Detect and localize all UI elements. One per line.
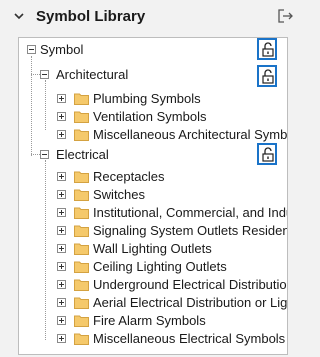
collapse-toggle[interactable] <box>40 70 49 79</box>
node-label: Receptacles <box>93 169 165 184</box>
tree-item[interactable]: Signaling System Outlets Residential <box>19 222 288 242</box>
collapse-toggle[interactable] <box>27 45 36 54</box>
expand-toggle[interactable] <box>57 334 66 343</box>
tree-item[interactable]: Fire Alarm Symbols <box>19 312 287 332</box>
expand-toggle[interactable] <box>57 226 66 235</box>
node-label: Switches <box>93 187 146 202</box>
node-label: Fire Alarm Symbols <box>93 313 206 328</box>
expand-toggle[interactable] <box>57 298 66 307</box>
tree-item[interactable]: Institutional, Commercial, and Industria… <box>19 204 287 224</box>
node-label: Ventilation Symbols <box>93 109 207 124</box>
expand-toggle[interactable] <box>57 94 66 103</box>
tree-item[interactable]: Miscellaneous Architectural Symbols <box>19 126 288 146</box>
tree-item[interactable]: Miscellaneous Electrical Symbols <box>19 330 287 350</box>
lock-open-icon <box>262 69 274 84</box>
symbol-tree: Symbol Architectural Plumbing Symbols Ve… <box>18 37 288 355</box>
node-label: Wall Lighting Outlets <box>93 241 212 256</box>
node-label: Ceiling Lighting Outlets <box>93 259 227 274</box>
tree-item[interactable]: Wall Lighting Outlets <box>19 240 287 260</box>
lock-open-icon <box>262 42 274 57</box>
tree-item[interactable]: Aerial Electrical Distribution or Lighti… <box>19 294 288 314</box>
expand-toggle[interactable] <box>57 172 66 181</box>
tree-node-symbol[interactable]: Symbol <box>19 41 287 61</box>
tree-node-electrical[interactable]: Electrical <box>19 146 287 166</box>
lock-electrical-button[interactable] <box>257 143 277 165</box>
panel-title: Symbol Library <box>36 8 146 25</box>
expand-toggle[interactable] <box>57 280 66 289</box>
expand-toggle[interactable] <box>57 316 66 325</box>
lock-symbol-button[interactable] <box>257 38 277 60</box>
node-label: Architectural <box>56 67 129 82</box>
collapse-toggle[interactable] <box>40 150 49 159</box>
folder-icon <box>74 128 89 146</box>
expand-toggle[interactable] <box>57 130 66 139</box>
node-label: Aerial Electrical Distribution or Lighti… <box>93 295 288 310</box>
node-label: Institutional, Commercial, and Industria… <box>93 205 287 220</box>
tree-item[interactable]: Plumbing Symbols <box>19 90 287 110</box>
tree-item[interactable]: Ventilation Symbols <box>19 108 287 128</box>
expand-toggle[interactable] <box>57 262 66 271</box>
lock-architectural-button[interactable] <box>257 65 277 87</box>
lock-open-icon <box>262 147 274 162</box>
tree-node-architectural[interactable]: Architectural <box>19 66 287 86</box>
chevron-down-icon[interactable] <box>13 9 25 27</box>
expand-toggle[interactable] <box>57 208 66 217</box>
node-label: Miscellaneous Electrical Symbols <box>93 331 286 346</box>
node-label: Underground Electrical Distribution <box>93 277 288 292</box>
node-label: Symbol <box>40 42 84 57</box>
tree-item[interactable]: Ceiling Lighting Outlets <box>19 258 287 278</box>
expand-toggle[interactable] <box>57 190 66 199</box>
tree-item[interactable]: Receptacles <box>19 168 287 188</box>
node-label: Signaling System Outlets Residential <box>93 223 288 238</box>
expand-toggle[interactable] <box>57 244 66 253</box>
node-label: Miscellaneous Architectural Symbols <box>93 127 288 142</box>
panel-header: Symbol Library <box>0 0 311 34</box>
node-label: Electrical <box>56 147 109 162</box>
export-icon[interactable] <box>277 8 295 29</box>
node-label: Plumbing Symbols <box>93 91 201 106</box>
folder-icon <box>74 332 89 350</box>
tree-item[interactable]: Switches <box>19 186 287 206</box>
tree-item[interactable]: Underground Electrical Distribution <box>19 276 288 296</box>
expand-toggle[interactable] <box>57 112 66 121</box>
